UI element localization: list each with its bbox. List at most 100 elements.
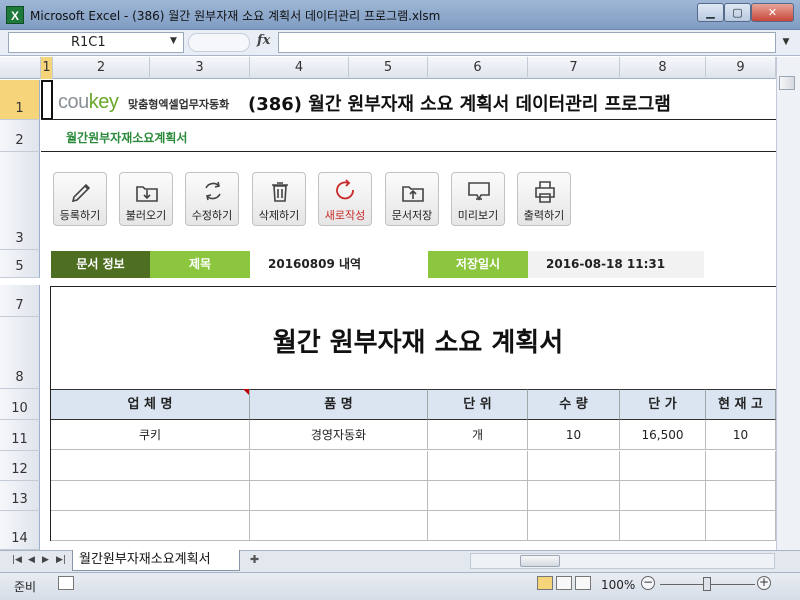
row-header[interactable]: 3 xyxy=(0,152,40,250)
maximize-button[interactable]: ▢ xyxy=(724,3,751,22)
select-all-corner[interactable] xyxy=(0,57,41,79)
column-header[interactable]: 2 xyxy=(53,57,150,79)
minimize-icon: ▁ xyxy=(706,6,715,19)
document-title: 월간 원부자재 소요 계획서 xyxy=(272,328,564,358)
toolbar-button[interactable]: 불러오기 xyxy=(119,172,173,226)
horizontal-scroll-thumb[interactable] xyxy=(520,555,560,567)
table-cell[interactable] xyxy=(706,481,776,511)
toolbar-button-label: 삭제하기 xyxy=(258,209,300,222)
toolbar-button-label: 문서저장 xyxy=(391,209,433,222)
toolbar-button[interactable]: 문서저장 xyxy=(385,172,439,226)
column-header[interactable]: 3 xyxy=(150,57,250,79)
last-sheet-icon[interactable]: ▶| xyxy=(56,555,66,565)
table-cell[interactable]: 10 xyxy=(706,420,776,450)
refresh-icon xyxy=(205,181,221,201)
row-header[interactable]: 2 xyxy=(0,120,40,152)
column-header[interactable]: 9 xyxy=(706,57,776,79)
saved-value[interactable]: 2016-08-18 11:31 xyxy=(528,251,704,278)
normal-view-icon[interactable] xyxy=(537,576,553,590)
table-cell[interactable] xyxy=(250,511,428,541)
status-text: 준비 xyxy=(14,580,37,594)
toolbar-button-label: 출력하기 xyxy=(523,209,565,222)
table-cell[interactable] xyxy=(250,481,428,511)
column-header[interactable]: 6 xyxy=(428,57,528,79)
row-header[interactable]: 12 xyxy=(0,451,40,481)
row-header[interactable]: 14 xyxy=(0,511,40,550)
divider xyxy=(41,151,776,152)
table-cell[interactable] xyxy=(51,511,250,541)
toolbar-button[interactable]: 삭제하기 xyxy=(252,172,306,226)
table-cell[interactable] xyxy=(428,481,528,511)
name-box[interactable]: R1C1 xyxy=(8,32,184,53)
toolbar-button[interactable]: 등록하기 xyxy=(53,172,107,226)
table-cell[interactable] xyxy=(706,511,776,541)
toolbar-button[interactable]: 수정하기 xyxy=(185,172,239,226)
status-bar xyxy=(0,572,800,600)
page-layout-view-icon[interactable] xyxy=(556,576,572,590)
table-cell[interactable] xyxy=(706,451,776,481)
toolbar-button[interactable]: 새로작성 xyxy=(318,172,372,226)
table-cell[interactable] xyxy=(528,451,620,481)
table-header: 업 체 명 xyxy=(51,389,250,420)
row-header[interactable]: 7 xyxy=(0,285,40,317)
zoom-in-icon[interactable]: + xyxy=(757,576,771,590)
insert-function-icon[interactable]: fx xyxy=(257,33,270,48)
table-cell[interactable]: 경영자동화 xyxy=(250,420,428,450)
minimize-button[interactable]: ▁ xyxy=(697,3,724,22)
table-cell[interactable]: 개 xyxy=(428,420,528,450)
first-sheet-icon[interactable]: |◀ xyxy=(12,555,22,565)
table-cell[interactable] xyxy=(528,511,620,541)
title-value[interactable]: 20160809 내역 xyxy=(250,251,428,278)
formula-bar-resize-handle[interactable] xyxy=(188,33,250,52)
chevron-down-icon[interactable]: ▼ xyxy=(170,36,177,46)
download-icon xyxy=(136,186,158,202)
column-header[interactable]: 7 xyxy=(528,57,620,79)
row-header[interactable]: 10 xyxy=(0,389,40,420)
expand-formula-icon[interactable]: ▼ xyxy=(778,33,794,52)
horizontal-scrollbar[interactable] xyxy=(470,553,775,569)
row-header[interactable]: 13 xyxy=(0,481,40,511)
table-cell[interactable]: 쿠키 xyxy=(51,420,250,450)
row-header[interactable]: 11 xyxy=(0,420,40,451)
table-cell[interactable]: 10 xyxy=(528,420,620,450)
insert-sheet-icon[interactable]: ✚ xyxy=(250,553,268,568)
next-sheet-icon[interactable]: ▶ xyxy=(42,555,49,565)
trash-icon xyxy=(272,182,288,202)
column-header[interactable]: 8 xyxy=(620,57,706,79)
zoom-slider-thumb[interactable] xyxy=(703,577,711,591)
maximize-icon: ▢ xyxy=(732,6,743,19)
close-button[interactable]: ✕ xyxy=(751,3,794,22)
vertical-scrollbar[interactable] xyxy=(776,57,800,550)
table-cell[interactable] xyxy=(428,511,528,541)
zoom-out-icon[interactable]: − xyxy=(641,576,655,590)
table-cell[interactable] xyxy=(428,451,528,481)
table-cell[interactable]: 16,500 xyxy=(620,420,706,450)
title-label: 제목 xyxy=(150,251,250,278)
comment-indicator-icon[interactable] xyxy=(243,389,249,395)
table-cell[interactable] xyxy=(620,511,706,541)
column-header[interactable]: 4 xyxy=(250,57,349,79)
row-header[interactable]: 1 xyxy=(0,80,40,120)
column-header[interactable]: 5 xyxy=(349,57,428,79)
page-break-view-icon[interactable] xyxy=(575,576,591,590)
toolbar-button[interactable]: 미리보기 xyxy=(451,172,505,226)
toolbar-button[interactable]: 출력하기 xyxy=(517,172,571,226)
zoom-level[interactable]: 100% xyxy=(601,578,635,592)
table-cell[interactable] xyxy=(528,481,620,511)
macro-record-icon[interactable] xyxy=(58,576,74,590)
sheet-tab-active[interactable]: 월간원부자재소요계획서 xyxy=(72,550,240,571)
row-header[interactable]: 8 xyxy=(0,317,40,389)
table-cell[interactable] xyxy=(51,481,250,511)
column-header[interactable]: 1 xyxy=(41,57,53,79)
excel-app-icon[interactable]: X xyxy=(6,6,24,24)
table-header: 현 재 고 xyxy=(706,389,776,420)
divider xyxy=(41,119,776,120)
table-cell[interactable] xyxy=(620,481,706,511)
table-cell[interactable] xyxy=(250,451,428,481)
vertical-scroll-thumb[interactable] xyxy=(779,76,795,90)
table-cell[interactable] xyxy=(620,451,706,481)
prev-sheet-icon[interactable]: ◀ xyxy=(28,555,35,565)
row-header[interactable]: 5 xyxy=(0,250,40,278)
formula-input[interactable] xyxy=(278,32,776,53)
table-cell[interactable] xyxy=(51,451,250,481)
